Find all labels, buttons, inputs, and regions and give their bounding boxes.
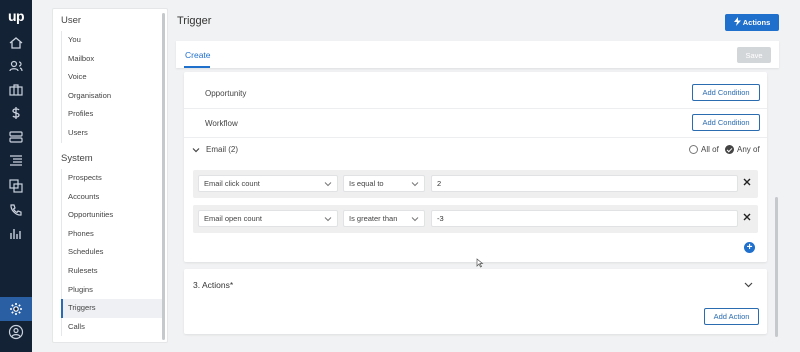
sidebar-section-user-title: User bbox=[61, 15, 82, 26]
dollar-icon[interactable] bbox=[8, 105, 24, 121]
close-icon bbox=[743, 178, 751, 186]
field-select-value: Email click count bbox=[204, 179, 260, 188]
sidebar-item-prospects[interactable]: Prospects bbox=[62, 169, 163, 188]
chevron-down-icon bbox=[411, 217, 419, 222]
add-condition-workflow-button[interactable]: Add Condition bbox=[692, 114, 760, 131]
tab-create-underline bbox=[184, 66, 210, 68]
operator-select[interactable]: Is greater than bbox=[343, 210, 425, 227]
radio-unchecked-icon[interactable] bbox=[689, 145, 698, 154]
condition-row: Email open count Is greater than -3 bbox=[193, 205, 758, 233]
page-title: Trigger bbox=[177, 15, 212, 27]
condition-group-workflow: Workflow bbox=[205, 119, 238, 128]
sidebar-item-triggers[interactable]: Triggers bbox=[61, 299, 163, 318]
briefcase-icon[interactable] bbox=[8, 82, 24, 98]
add-action-button[interactable]: Add Action bbox=[704, 308, 759, 325]
settings-sidebar: User You Mailbox Voice Organisation Prof… bbox=[52, 8, 168, 343]
sidebar-item-profiles[interactable]: Profiles bbox=[62, 105, 163, 124]
sidebar-system-list: Prospects Accounts Opportunities Phones … bbox=[61, 169, 163, 337]
conditions-card: Opportunity Add Condition Workflow Add C… bbox=[184, 72, 767, 262]
remove-condition-button[interactable] bbox=[742, 213, 752, 223]
save-button[interactable]: Save bbox=[737, 47, 771, 63]
app-logo[interactable]: up bbox=[0, 8, 32, 24]
tab-bar: Create Save bbox=[176, 41, 779, 68]
close-icon bbox=[743, 213, 751, 221]
sidebar-item-opportunities[interactable]: Opportunities bbox=[62, 206, 163, 225]
sidebar-item-voice[interactable]: Voice bbox=[62, 68, 163, 87]
email-group-label: Email (2) bbox=[206, 145, 239, 154]
email-group-header[interactable]: Email (2) bbox=[192, 145, 238, 154]
bar-chart-icon[interactable] bbox=[8, 226, 24, 242]
field-select-value: Email open count bbox=[204, 214, 262, 223]
users-icon[interactable] bbox=[8, 58, 24, 74]
user-circle-icon[interactable] bbox=[8, 324, 24, 340]
sidebar-item-calls[interactable]: Calls bbox=[62, 318, 163, 337]
home-icon[interactable] bbox=[8, 35, 24, 51]
sidebar-item-organisation[interactable]: Organisation bbox=[62, 87, 163, 106]
match-any-radio[interactable]: Any of bbox=[725, 145, 760, 154]
chevron-down-icon[interactable] bbox=[744, 280, 753, 289]
chevron-down-icon[interactable] bbox=[192, 146, 200, 154]
phone-icon[interactable] bbox=[8, 202, 24, 218]
sidebar-item-schedules[interactable]: Schedules bbox=[62, 243, 163, 262]
chevron-down-icon bbox=[324, 182, 332, 187]
sidebar-section-system-title: System bbox=[61, 153, 93, 164]
match-any-label: Any of bbox=[737, 145, 760, 154]
match-all-label: All of bbox=[701, 145, 719, 154]
remove-condition-button[interactable] bbox=[742, 178, 752, 188]
sidebar-item-mailbox[interactable]: Mailbox bbox=[62, 50, 163, 69]
match-all-radio[interactable]: All of bbox=[689, 145, 719, 154]
nav-rail: up bbox=[0, 0, 32, 352]
operator-select[interactable]: Is equal to bbox=[343, 175, 425, 192]
field-select[interactable]: Email open count bbox=[198, 210, 338, 227]
actions-section-title[interactable]: 3. Actions* bbox=[193, 280, 233, 290]
sidebar-item-accounts[interactable]: Accounts bbox=[62, 188, 163, 207]
sidebar-user-list: You Mailbox Voice Organisation Profiles … bbox=[61, 31, 163, 143]
mouse-cursor-icon bbox=[476, 258, 484, 268]
lightning-icon bbox=[733, 17, 741, 28]
divider bbox=[184, 137, 767, 138]
actions-card: 3. Actions* Add Action bbox=[184, 269, 767, 334]
sidebar-scrollbar[interactable] bbox=[162, 13, 165, 340]
actions-button-label: Actions bbox=[742, 18, 771, 27]
condition-row: Email click count Is equal to 2 bbox=[193, 170, 758, 198]
operator-select-value: Is equal to bbox=[349, 179, 384, 188]
server-icon[interactable] bbox=[8, 129, 24, 145]
tab-create[interactable]: Create bbox=[185, 50, 211, 60]
add-condition-opportunity-button[interactable]: Add Condition bbox=[692, 84, 760, 101]
operator-select-value: Is greater than bbox=[349, 214, 398, 223]
condition-group-opportunity: Opportunity bbox=[205, 89, 247, 98]
value-input[interactable]: -3 bbox=[431, 210, 738, 227]
copy-icon[interactable] bbox=[8, 178, 24, 194]
sidebar-item-you[interactable]: You bbox=[62, 31, 163, 50]
chevron-down-icon bbox=[324, 217, 332, 222]
sidebar-item-plugins[interactable]: Plugins bbox=[62, 281, 163, 300]
chevron-down-icon bbox=[411, 182, 419, 187]
radio-checked-icon[interactable] bbox=[725, 145, 734, 154]
main-scrollbar[interactable] bbox=[775, 197, 778, 337]
divider bbox=[184, 108, 767, 109]
sidebar-item-phones[interactable]: Phones bbox=[62, 225, 163, 244]
sidebar-item-rulesets[interactable]: Rulesets bbox=[62, 262, 163, 281]
list-icon[interactable] bbox=[8, 152, 24, 168]
gear-icon[interactable] bbox=[8, 301, 24, 317]
sidebar-item-users[interactable]: Users bbox=[62, 124, 163, 143]
field-select[interactable]: Email click count bbox=[198, 175, 338, 192]
add-condition-plus-icon[interactable]: + bbox=[744, 242, 755, 253]
actions-button[interactable]: Actions bbox=[725, 14, 779, 31]
value-input[interactable]: 2 bbox=[431, 175, 738, 192]
